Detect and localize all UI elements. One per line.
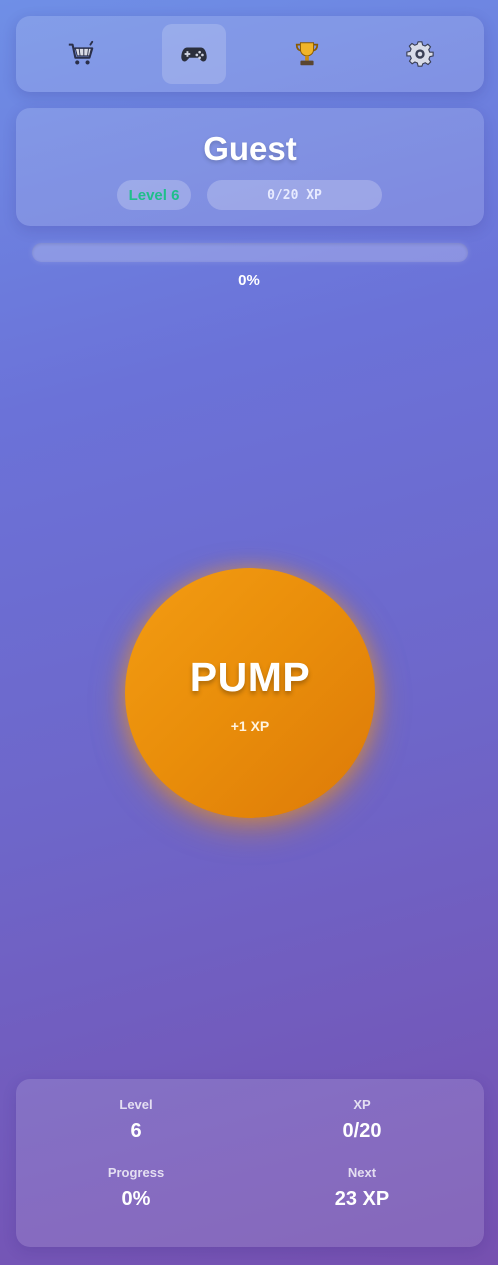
top-navigation bbox=[16, 16, 484, 92]
stat-label: XP bbox=[353, 1097, 371, 1112]
stat-xp: XP 0/20 bbox=[262, 1097, 462, 1143]
xp-progress-bar bbox=[32, 243, 468, 262]
nav-settings-button[interactable] bbox=[388, 24, 452, 84]
nav-game-button[interactable] bbox=[161, 24, 226, 84]
pump-button[interactable]: PUMP +1 XP bbox=[125, 568, 375, 818]
nav-shop-button[interactable] bbox=[49, 24, 113, 84]
shopping-cart-icon bbox=[68, 40, 93, 65]
stat-value: 0% bbox=[121, 1188, 151, 1210]
stats-panel: Level 6 XP 0/20 Progress 0% Next 23 XP bbox=[16, 1079, 484, 1247]
level-badge: Level 6 bbox=[117, 180, 191, 210]
profile-card: Guest Level 6 0/20 XP bbox=[16, 108, 484, 226]
stat-label: Level bbox=[119, 1097, 153, 1112]
stat-progress: Progress 0% bbox=[36, 1165, 236, 1211]
stat-value: 6 bbox=[130, 1120, 142, 1142]
stat-next: Next 23 XP bbox=[262, 1165, 462, 1211]
pump-label: PUMP bbox=[189, 654, 311, 700]
stat-level: Level 6 bbox=[36, 1097, 236, 1143]
stat-label: Next bbox=[347, 1165, 377, 1180]
stat-label: Progress bbox=[107, 1165, 165, 1180]
stat-value: 23 XP bbox=[334, 1188, 390, 1210]
player-name: Guest bbox=[203, 130, 297, 167]
pump-reward: +1 XP bbox=[230, 718, 270, 734]
xp-counter: 0/20 XP bbox=[207, 180, 382, 210]
progress-percent: 0% bbox=[238, 272, 260, 289]
nav-leaderboard-button[interactable] bbox=[275, 24, 339, 84]
game-controller-icon bbox=[180, 47, 207, 62]
trophy-icon bbox=[295, 42, 318, 66]
stat-value: 0/20 bbox=[342, 1120, 382, 1142]
gear-icon bbox=[405, 41, 434, 67]
